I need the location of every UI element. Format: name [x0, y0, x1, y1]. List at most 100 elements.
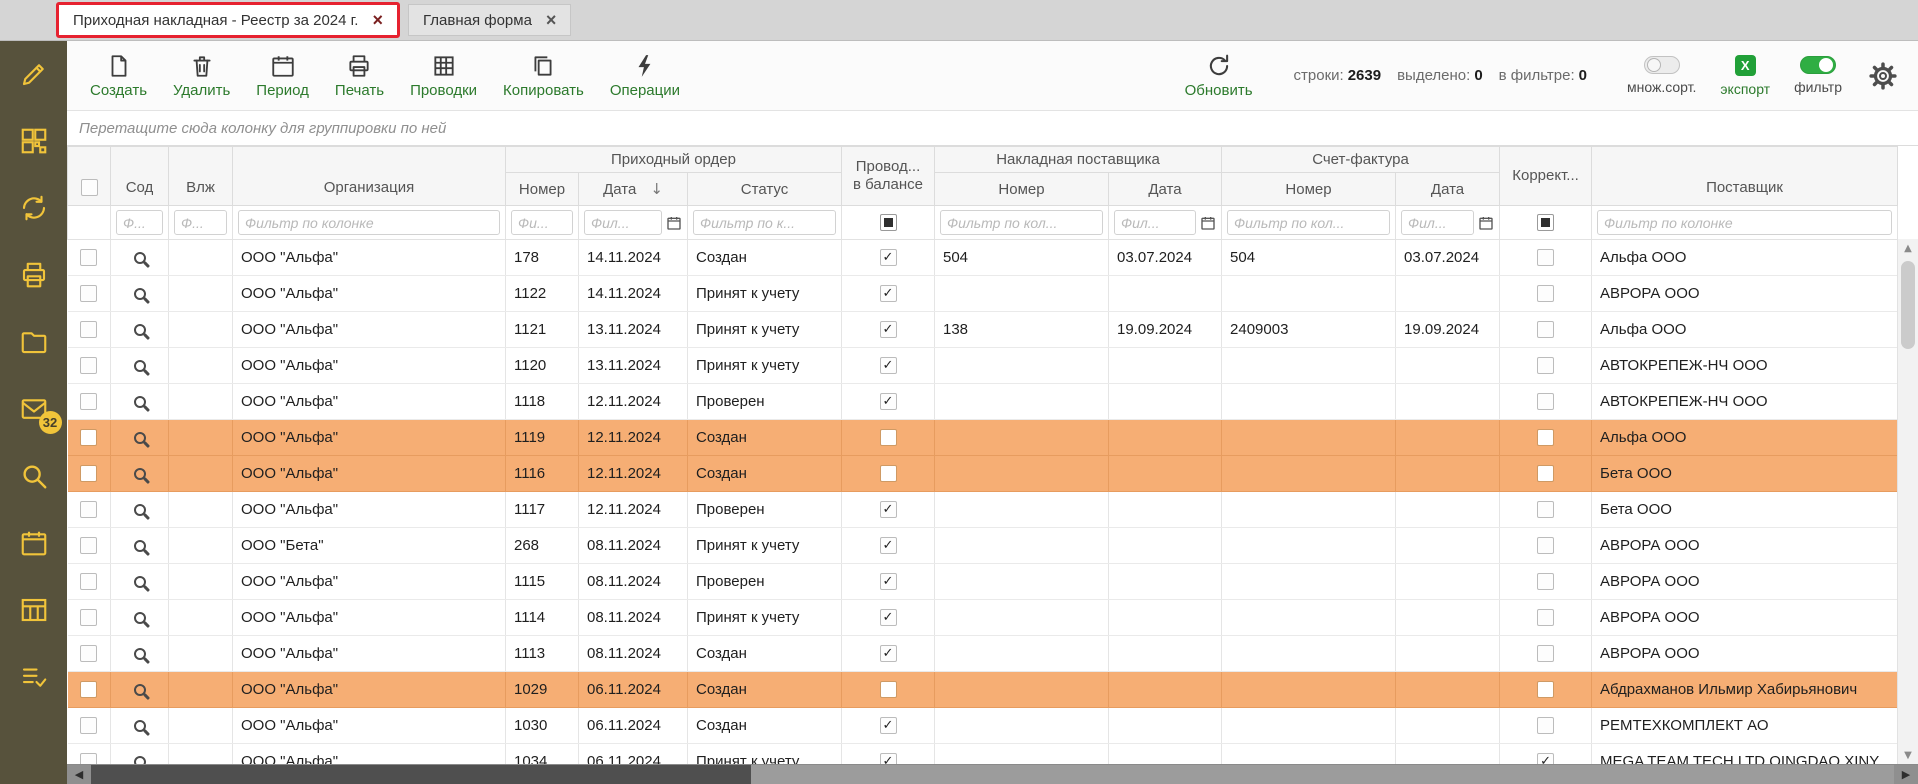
balance-checkbox[interactable]: ✓: [880, 285, 897, 302]
row-checkbox[interactable]: [80, 321, 97, 338]
table-row[interactable]: ООО "Альфа" 1116 12.11.2024 Создан Бета …: [68, 456, 1898, 492]
invoice-date-filter-input[interactable]: [1401, 210, 1474, 235]
row-checkbox[interactable]: [80, 393, 97, 410]
balance-checkbox[interactable]: ✓: [880, 501, 897, 518]
modules-icon[interactable]: [19, 126, 49, 156]
correct-checkbox[interactable]: [1537, 717, 1554, 734]
scroll-down-icon[interactable]: ▼: [1898, 746, 1918, 764]
scroll-left-icon[interactable]: ◀: [67, 765, 91, 784]
filter-sod[interactable]: [111, 206, 169, 240]
row-checkbox[interactable]: [80, 717, 97, 734]
search-icon[interactable]: [19, 461, 49, 491]
row-checkbox[interactable]: [80, 645, 97, 662]
magnifier-icon[interactable]: [134, 684, 146, 696]
correct-filter-checkbox[interactable]: [1537, 214, 1554, 231]
table-row[interactable]: ООО "Бета" 268 08.11.2024 Принят к учету…: [68, 528, 1898, 564]
multisort-toggle[interactable]: [1644, 56, 1680, 74]
scroll-up-icon[interactable]: ▲: [1898, 239, 1918, 257]
excel-icon[interactable]: X: [1735, 55, 1756, 76]
filter-supplier-date[interactable]: [1109, 206, 1222, 240]
column-header-supplier[interactable]: Поставщик: [1592, 147, 1898, 206]
date-filter-input[interactable]: [584, 210, 662, 235]
column-header-org[interactable]: Организация: [233, 147, 506, 206]
table-row[interactable]: ООО "Альфа" 178 14.11.2024 Создан ✓ 504 …: [68, 240, 1898, 276]
filter-balance[interactable]: [842, 206, 935, 240]
column-header-correct[interactable]: Коррект...: [1500, 147, 1592, 206]
correct-checkbox[interactable]: [1537, 321, 1554, 338]
table-row[interactable]: ООО "Альфа" 1117 12.11.2024 Проверен ✓ Б…: [68, 492, 1898, 528]
column-header-number[interactable]: Номер: [506, 173, 579, 206]
print-button[interactable]: Печать: [322, 53, 397, 99]
supplier-date-filter-input[interactable]: [1114, 210, 1196, 235]
correct-checkbox[interactable]: [1537, 285, 1554, 302]
supplier-number-filter-input[interactable]: [940, 210, 1103, 235]
magnifier-icon[interactable]: [134, 612, 146, 624]
filter-num[interactable]: [506, 206, 579, 240]
filter-correct[interactable]: [1500, 206, 1592, 240]
table-row[interactable]: ООО "Альфа" 1121 13.11.2024 Принят к уче…: [68, 312, 1898, 348]
column-header-invoice-date[interactable]: Дата: [1396, 173, 1500, 206]
sort-desc-icon[interactable]: ↓: [650, 180, 663, 198]
correct-checkbox[interactable]: [1537, 501, 1554, 518]
tasks-icon[interactable]: [19, 662, 49, 692]
scroll-right-icon[interactable]: ▶: [1894, 765, 1918, 784]
supplier-filter-input[interactable]: [1597, 210, 1892, 235]
refresh-button[interactable]: Обновить: [1172, 53, 1266, 99]
balance-checkbox[interactable]: ✓: [880, 573, 897, 590]
calendar-icon[interactable]: [1200, 215, 1216, 231]
print-icon[interactable]: [19, 260, 49, 290]
column-header-status[interactable]: Статус: [688, 173, 842, 206]
filter-invoice-date[interactable]: [1396, 206, 1500, 240]
row-checkbox[interactable]: [80, 429, 97, 446]
column-header-supplier-date[interactable]: Дата: [1109, 173, 1222, 206]
column-header-date[interactable]: Дата↓: [579, 173, 688, 206]
export-control[interactable]: X экспорт: [1720, 55, 1770, 97]
correct-checkbox[interactable]: [1537, 537, 1554, 554]
calendar-icon[interactable]: [1478, 215, 1494, 231]
multisort-control[interactable]: множ.сорт.: [1627, 56, 1696, 95]
row-checkbox[interactable]: [80, 573, 97, 590]
number-filter-input[interactable]: [511, 210, 573, 235]
row-checkbox[interactable]: [80, 357, 97, 374]
correct-checkbox[interactable]: [1537, 429, 1554, 446]
filter-vlzh[interactable]: [169, 206, 233, 240]
create-button[interactable]: Создать: [77, 53, 160, 99]
tab-receipt-register[interactable]: Приходная накладная - Реестр за 2024 г. …: [56, 2, 400, 38]
filter-toggle[interactable]: [1800, 56, 1836, 74]
magnifier-icon[interactable]: [134, 504, 146, 516]
table-row[interactable]: ООО "Альфа" 1114 08.11.2024 Принят к уче…: [68, 600, 1898, 636]
correct-checkbox[interactable]: [1537, 609, 1554, 626]
operations-button[interactable]: Операции: [597, 53, 693, 99]
balance-checkbox[interactable]: ✓: [880, 393, 897, 410]
correct-checkbox[interactable]: [1537, 645, 1554, 662]
invoice-number-filter-input[interactable]: [1227, 210, 1390, 235]
folder-icon[interactable]: [19, 327, 49, 357]
balance-checkbox[interactable]: [880, 681, 897, 698]
calendar-icon[interactable]: [666, 215, 682, 231]
balance-checkbox[interactable]: ✓: [880, 609, 897, 626]
column-header-invoice-number[interactable]: Номер: [1222, 173, 1396, 206]
magnifier-icon[interactable]: [134, 396, 146, 408]
balance-checkbox[interactable]: ✓: [880, 537, 897, 554]
table-row[interactable]: ООО "Альфа" 1118 12.11.2024 Проверен ✓ А…: [68, 384, 1898, 420]
row-checkbox[interactable]: [80, 537, 97, 554]
magnifier-icon[interactable]: [134, 540, 146, 552]
row-checkbox[interactable]: [80, 249, 97, 266]
correct-checkbox[interactable]: [1537, 249, 1554, 266]
filter-supplier[interactable]: [1592, 206, 1898, 240]
row-checkbox[interactable]: [80, 681, 97, 698]
correct-checkbox[interactable]: [1537, 393, 1554, 410]
filter-status[interactable]: [688, 206, 842, 240]
balance-checkbox[interactable]: ✓: [880, 645, 897, 662]
vertical-scroll-thumb[interactable]: [1901, 261, 1915, 349]
horizontal-scrollbar[interactable]: ◀ ▶: [67, 764, 1918, 784]
filter-control[interactable]: фильтр: [1794, 56, 1842, 95]
registry-icon[interactable]: [19, 595, 49, 625]
correct-checkbox[interactable]: [1537, 573, 1554, 590]
period-button[interactable]: Период: [243, 53, 322, 99]
balance-filter-checkbox[interactable]: [880, 214, 897, 231]
balance-checkbox[interactable]: ✓: [880, 717, 897, 734]
delete-button[interactable]: Удалить: [160, 53, 243, 99]
filter-date[interactable]: [579, 206, 688, 240]
filter-org[interactable]: [233, 206, 506, 240]
